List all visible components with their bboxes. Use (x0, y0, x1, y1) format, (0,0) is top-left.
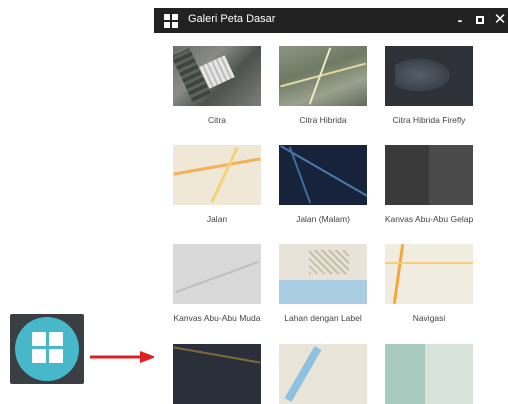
basemap-label: Citra Hibrida Firefly (392, 115, 466, 125)
basemap-label: Citra Hibrida (299, 115, 347, 125)
basemap-tile[interactable] (276, 344, 370, 404)
terrain-labels-thumbnail (279, 244, 367, 304)
basemap-thumbnail (385, 344, 473, 404)
streets-thumbnail (173, 145, 261, 205)
basemap-label: Navigasi (412, 313, 446, 323)
maximize-icon (476, 16, 484, 24)
window-titlebar[interactable]: Galeri Peta Dasar - ✕ (154, 8, 508, 33)
dark-gray-canvas-thumbnail (385, 145, 473, 205)
basemap-tile-citra-hibrida-firefly[interactable]: Citra Hibrida Firefly (382, 46, 476, 126)
basemap-gallery-window: Galeri Peta Dasar - ✕ Citra Citra Hibrid… (154, 8, 508, 404)
basemap-tile-kanvas-muda[interactable]: Kanvas Abu-Abu Muda (170, 244, 264, 324)
grid-icon (164, 14, 178, 28)
imagery-firefly-thumbnail (385, 46, 473, 106)
streets-night-thumbnail (279, 145, 367, 205)
basemap-tile-jalan-malam[interactable]: Jalan (Malam) (276, 145, 370, 225)
red-arrow-icon (90, 351, 156, 363)
window-title: Galeri Peta Dasar (188, 13, 276, 25)
imagery-hybrid-thumbnail (279, 46, 367, 106)
basemap-gallery-launcher-button[interactable] (10, 314, 84, 384)
close-button[interactable]: ✕ (492, 11, 508, 29)
basemap-label: Jalan (206, 214, 228, 224)
basemap-tile-lahan-label[interactable]: Lahan dengan Label (276, 244, 370, 324)
basemap-tile[interactable] (170, 344, 264, 404)
basemap-tile-navigasi[interactable]: Navigasi (382, 244, 476, 324)
basemap-tile-kanvas-gelap[interactable]: Kanvas Abu-Abu Gelap (382, 145, 476, 225)
basemap-label: Lahan dengan Label (284, 313, 362, 323)
minimize-button[interactable]: - (452, 11, 468, 29)
basemap-label: Kanvas Abu-Abu Gelap (384, 214, 474, 224)
navigation-thumbnail (385, 244, 473, 304)
basemap-tile-citra[interactable]: Citra (170, 46, 264, 126)
light-gray-canvas-thumbnail (173, 244, 261, 304)
launcher-circle (15, 317, 79, 381)
basemap-thumbnail (279, 344, 367, 404)
grid-icon (32, 332, 63, 363)
basemap-tile[interactable] (382, 344, 476, 404)
basemap-label: Jalan (Malam) (296, 214, 350, 224)
basemap-tile-citra-hibrida[interactable]: Citra Hibrida (276, 46, 370, 126)
basemap-label: Kanvas Abu-Abu Muda (173, 313, 261, 323)
maximize-button[interactable] (472, 11, 488, 29)
basemap-tile-jalan[interactable]: Jalan (170, 145, 264, 225)
basemap-thumbnail (173, 344, 261, 404)
imagery-thumbnail (173, 46, 261, 106)
basemap-label: Citra (208, 115, 226, 125)
